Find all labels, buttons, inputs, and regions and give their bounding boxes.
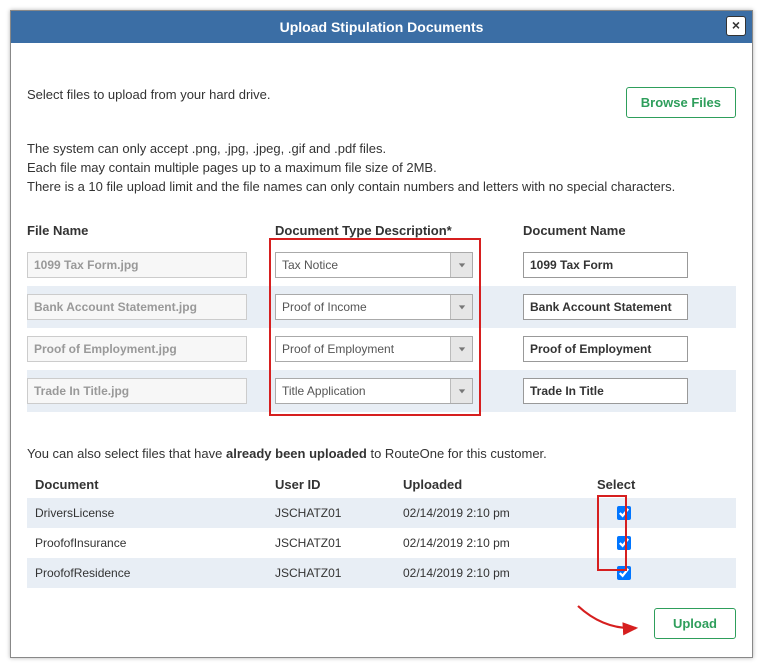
uploaded-doc: ProofofResidence <box>35 566 275 580</box>
select-checkbox[interactable] <box>617 536 631 550</box>
file-row: Tax Notice <box>27 244 736 286</box>
arrow-annotation-icon <box>574 600 644 640</box>
uploaded-user: JSCHATZ01 <box>275 536 403 550</box>
intro-pre: You can also select files that have <box>27 446 226 461</box>
header-uploaded: Uploaded <box>403 477 593 492</box>
file-row: Title Application <box>27 370 736 412</box>
doc-name-field[interactable] <box>523 336 688 362</box>
upload-button[interactable]: Upload <box>654 608 736 639</box>
constraint-line-1: The system can only accept .png, .jpg, .… <box>27 140 736 159</box>
already-uploaded-header: Document User ID Uploaded Select <box>27 471 736 498</box>
header-doc-type: Document Type Description* <box>275 223 523 238</box>
doc-name-field[interactable] <box>523 294 688 320</box>
constraint-line-2: Each file may contain multiple pages up … <box>27 159 736 178</box>
file-name-field <box>27 378 247 404</box>
dialog-header: Upload Stipulation Documents × <box>11 11 752 43</box>
uploaded-user: JSCHATZ01 <box>275 566 403 580</box>
upload-stipulation-dialog: Upload Stipulation Documents × Select fi… <box>10 10 753 658</box>
file-name-field <box>27 294 247 320</box>
uploaded-user: JSCHATZ01 <box>275 506 403 520</box>
select-checkbox[interactable] <box>617 506 631 520</box>
file-table-header: File Name Document Type Description* Doc… <box>27 223 736 244</box>
uploaded-doc: ProofofInsurance <box>35 536 275 550</box>
file-row: Proof of Income <box>27 286 736 328</box>
chevron-down-icon <box>450 253 472 277</box>
uploaded-row: ProofofResidence JSCHATZ01 02/14/2019 2:… <box>27 558 736 588</box>
header-doc-name: Document Name <box>523 223 736 238</box>
uploaded-time: 02/14/2019 2:10 pm <box>403 536 593 550</box>
header-user-id: User ID <box>275 477 403 492</box>
file-name-field <box>27 336 247 362</box>
dialog-footer: Upload <box>27 608 736 639</box>
already-uploaded-intro: You can also select files that have alre… <box>27 446 736 461</box>
doc-type-select[interactable]: Proof of Employment <box>275 336 473 362</box>
doc-type-value: Tax Notice <box>276 253 450 277</box>
chevron-down-icon <box>450 337 472 361</box>
doc-type-value: Title Application <box>276 379 450 403</box>
doc-name-field[interactable] <box>523 252 688 278</box>
close-icon: × <box>732 17 740 33</box>
file-name-field <box>27 252 247 278</box>
close-button[interactable]: × <box>726 16 746 36</box>
upload-constraints: The system can only accept .png, .jpg, .… <box>27 140 736 197</box>
select-checkbox[interactable] <box>617 566 631 580</box>
uploaded-row: DriversLicense JSCHATZ01 02/14/2019 2:10… <box>27 498 736 528</box>
header-select: Select <box>593 477 728 492</box>
doc-type-select[interactable]: Proof of Income <box>275 294 473 320</box>
uploaded-doc: DriversLicense <box>35 506 275 520</box>
doc-type-value: Proof of Income <box>276 295 450 319</box>
select-files-text: Select files to upload from your hard dr… <box>27 87 271 102</box>
file-row: Proof of Employment <box>27 328 736 370</box>
constraint-line-3: There is a 10 file upload limit and the … <box>27 178 736 197</box>
intro-post: to RouteOne for this customer. <box>367 446 547 461</box>
intro-row: Select files to upload from your hard dr… <box>27 87 736 118</box>
browse-files-button[interactable]: Browse Files <box>626 87 736 118</box>
uploaded-time: 02/14/2019 2:10 pm <box>403 506 593 520</box>
uploaded-row: ProofofInsurance JSCHATZ01 02/14/2019 2:… <box>27 528 736 558</box>
doc-name-field[interactable] <box>523 378 688 404</box>
header-document: Document <box>35 477 275 492</box>
doc-type-select[interactable]: Title Application <box>275 378 473 404</box>
intro-bold: already been uploaded <box>226 446 367 461</box>
uploaded-time: 02/14/2019 2:10 pm <box>403 566 593 580</box>
dialog-body: Select files to upload from your hard dr… <box>11 43 752 657</box>
chevron-down-icon <box>450 379 472 403</box>
file-upload-table: File Name Document Type Description* Doc… <box>27 223 736 412</box>
already-uploaded-section: You can also select files that have alre… <box>27 446 736 588</box>
dialog-title: Upload Stipulation Documents <box>280 19 484 35</box>
doc-type-select[interactable]: Tax Notice <box>275 252 473 278</box>
doc-type-value: Proof of Employment <box>276 337 450 361</box>
header-file-name: File Name <box>27 223 275 238</box>
chevron-down-icon <box>450 295 472 319</box>
